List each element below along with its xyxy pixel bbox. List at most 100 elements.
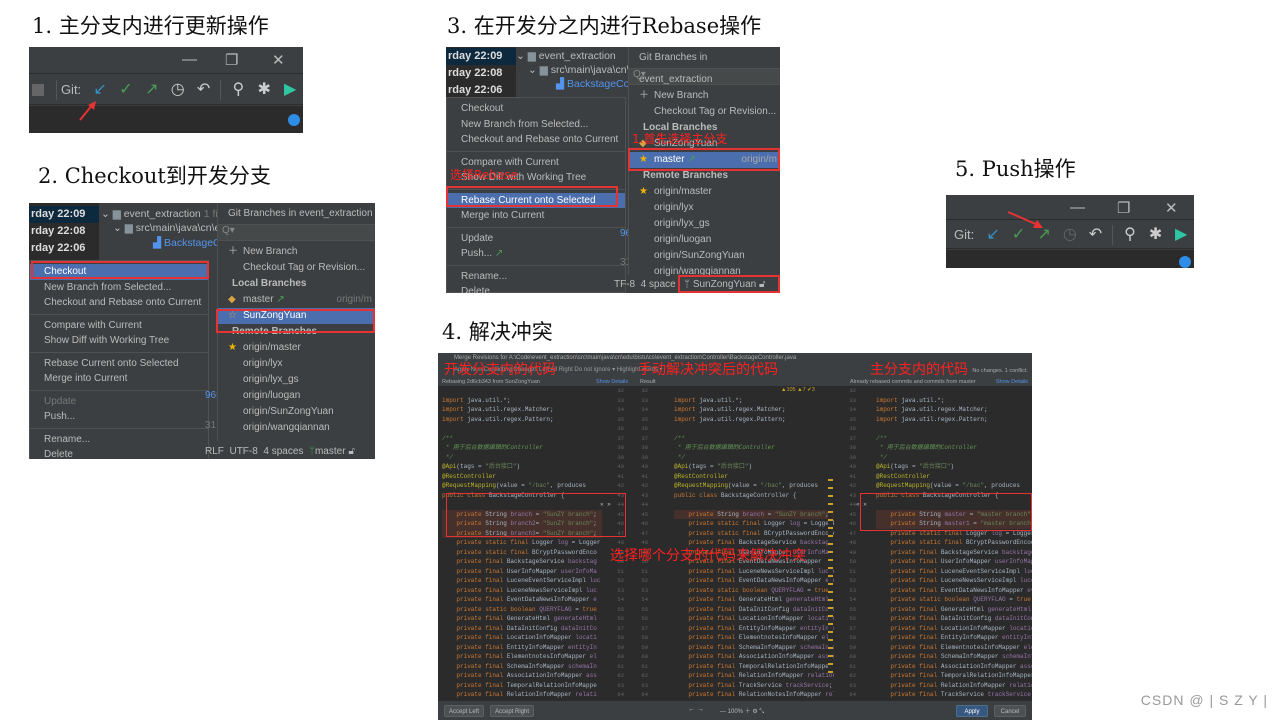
minimize-icon[interactable]: — bbox=[1070, 199, 1085, 216]
tree-path[interactable]: ⌄ ▆ src\main\java\cn\e bbox=[528, 64, 635, 76]
menu-update[interactable]: Update bbox=[447, 231, 625, 247]
right-show-details-link[interactable]: Show Details bbox=[996, 378, 1028, 386]
cancel-button[interactable]: Cancel bbox=[994, 705, 1026, 717]
settings-icon[interactable]: ✱ bbox=[251, 80, 277, 100]
history-icon[interactable]: ◷ bbox=[1057, 225, 1083, 245]
remote-branch-item[interactable]: ★ origin/master bbox=[218, 340, 375, 356]
tree-path[interactable]: ⌄ ▆ src\main\java\cn\e bbox=[113, 222, 220, 234]
history-icon[interactable]: ◷ bbox=[165, 80, 191, 100]
remote-branch-item[interactable]: origin/SunZongYuan bbox=[629, 248, 780, 264]
rollback-icon[interactable]: ↶ bbox=[1083, 225, 1109, 245]
menu-rename[interactable]: Rename... bbox=[447, 269, 625, 285]
left-code-pane[interactable]: import java.util.*; import java.util.rege… bbox=[442, 386, 602, 701]
accept-left-chevron-icon[interactable]: ✕ » bbox=[600, 501, 611, 508]
line-number: 32 bbox=[641, 387, 648, 394]
rollback-icon[interactable]: ↶ bbox=[191, 80, 217, 100]
close-icon[interactable]: ✕ bbox=[272, 51, 285, 69]
tree-file[interactable]: ▟ BackstageCont bbox=[556, 78, 638, 90]
line-number: 45 bbox=[849, 510, 856, 518]
commit-icon[interactable]: ✓ bbox=[113, 80, 139, 100]
result-code-pane[interactable]: import java.util.*; import java.util.rege… bbox=[674, 386, 834, 701]
update-project-icon[interactable]: ↙ bbox=[980, 225, 1006, 245]
settings-icon[interactable]: ✱ bbox=[1143, 225, 1169, 245]
remote-branch-item[interactable]: origin/lyx bbox=[629, 200, 780, 216]
menu-delete[interactable]: Delete bbox=[447, 284, 625, 293]
encoding-status[interactable]: UTF-8 bbox=[229, 446, 257, 457]
navigation-arrows[interactable]: ← → bbox=[688, 706, 704, 713]
menu-compare-with-current[interactable]: Compare with Current bbox=[30, 318, 208, 334]
new-branch-item[interactable]: ＋ New Branch bbox=[218, 244, 375, 260]
menu-rebase-current-onto-selected[interactable]: Rebase Current onto Selected bbox=[30, 356, 208, 372]
remote-branch-item[interactable]: origin/lyx_gs bbox=[629, 216, 780, 232]
log-row[interactable]: rday 22:09 bbox=[29, 206, 99, 223]
menu-merge-into-current[interactable]: Merge into Current bbox=[447, 208, 625, 224]
result-error-stripe[interactable] bbox=[828, 473, 833, 673]
stop-icon[interactable] bbox=[32, 83, 44, 96]
accept-right-button[interactable]: Accept Right bbox=[490, 705, 534, 717]
log-row[interactable]: rday 22:09 bbox=[446, 48, 516, 65]
remote-branch-item[interactable]: origin/wangqiannan bbox=[629, 264, 780, 280]
menu-push[interactable]: Push... ↗ bbox=[447, 246, 625, 262]
menu-checkout-and-rebase[interactable]: Checkout and Rebase onto Current bbox=[30, 295, 208, 311]
line-separator-status[interactable]: RLF bbox=[205, 446, 224, 457]
checkout-tag-item[interactable]: Checkout Tag or Revision... bbox=[218, 260, 375, 276]
remote-branch-item[interactable]: ★ origin/master bbox=[629, 184, 780, 200]
conflict-count: No changes. 1 conflict. bbox=[972, 368, 1028, 374]
apply-button[interactable]: Apply bbox=[956, 705, 988, 717]
menu-rename[interactable]: Rename... bbox=[30, 432, 208, 448]
remote-branch-item[interactable]: origin/wangqiannan bbox=[218, 420, 375, 436]
remote-branch-item[interactable]: origin/luogan bbox=[218, 388, 375, 404]
remote-branch-item[interactable]: origin/lyx_gs bbox=[218, 372, 375, 388]
toolbox-icon[interactable]: ▶ bbox=[277, 80, 303, 100]
remote-branch-item[interactable]: origin/SunZongYuan bbox=[218, 404, 375, 420]
menu-checkout[interactable]: Checkout bbox=[30, 264, 208, 280]
close-icon[interactable]: ✕ bbox=[1165, 199, 1178, 217]
tree-root[interactable]: ⌄ ▆ event_extraction 1 fil bbox=[101, 208, 220, 220]
branch-item-master[interactable]: ★ master ↗ origin/m bbox=[629, 152, 780, 168]
checkout-tag-item[interactable]: Checkout Tag or Revision... bbox=[629, 104, 780, 120]
log-row[interactable]: rday 22:08 bbox=[29, 223, 99, 240]
push-icon[interactable]: ↗ bbox=[139, 80, 165, 100]
log-row[interactable]: rday 22:08 bbox=[446, 65, 516, 82]
new-branch-item[interactable]: ＋ New Branch bbox=[629, 88, 780, 104]
zoom-controls[interactable]: — 100% ＋ ⚙ ⤡ bbox=[720, 706, 764, 716]
merge-info-bar: Rebasing 2d6cb343 from SunZongYuan Show … bbox=[438, 378, 1032, 386]
menu-delete[interactable]: Delete bbox=[30, 447, 208, 459]
menu-push[interactable]: Push... bbox=[30, 409, 208, 425]
menu-checkout[interactable]: Checkout bbox=[447, 101, 625, 117]
update-project-icon[interactable]: ↙ bbox=[87, 80, 113, 100]
tree-root[interactable]: ⌄ ▆ event_extraction bbox=[516, 50, 616, 62]
branch-label: master bbox=[654, 154, 685, 165]
search-icon[interactable]: ⚲ bbox=[225, 80, 251, 100]
accept-left-button[interactable]: Accept Left bbox=[444, 705, 484, 717]
branch-item-sunzongyuan[interactable]: ☆ SunZongYuan bbox=[218, 308, 375, 324]
menu-rebase-current-onto-selected[interactable]: Rebase Current onto Selected bbox=[447, 192, 625, 208]
indent-status[interactable]: 4 spaces bbox=[263, 446, 303, 457]
remote-branch-item[interactable]: origin/luogan bbox=[629, 232, 780, 248]
restore-icon[interactable]: ❐ bbox=[1117, 199, 1130, 217]
menu-checkout-and-rebase[interactable]: Checkout and Rebase onto Current bbox=[447, 132, 625, 148]
branch-item-master[interactable]: ◆ master ↗ origin/m bbox=[218, 292, 375, 308]
remote-branch-item[interactable]: origin/lyx bbox=[218, 356, 375, 372]
indent-status[interactable]: 4 space bbox=[641, 279, 676, 290]
left-show-details-link[interactable]: Show Details bbox=[596, 378, 628, 386]
line-number: 39 bbox=[641, 453, 648, 461]
log-row[interactable]: rday 22:06 bbox=[29, 240, 99, 257]
menu-new-branch-from-selected[interactable]: New Branch from Selected... bbox=[447, 117, 625, 133]
line-number: 44 bbox=[617, 501, 624, 508]
toolbox-icon[interactable]: ▶ bbox=[1168, 225, 1194, 245]
restore-icon[interactable]: ❐ bbox=[225, 51, 238, 69]
encoding-status[interactable]: TF-8 bbox=[614, 279, 635, 290]
branch-status[interactable]: master bbox=[315, 446, 346, 457]
line-number: 38 bbox=[641, 444, 648, 451]
menu-new-branch-from-selected[interactable]: New Branch from Selected... bbox=[30, 280, 208, 296]
right-code-pane[interactable]: import java.util.*; import java.util.rege… bbox=[876, 386, 1032, 701]
accept-right-chevron-icon[interactable]: « ✕ bbox=[856, 501, 867, 508]
minimize-icon[interactable]: — bbox=[182, 51, 197, 68]
menu-merge-into-current[interactable]: Merge into Current bbox=[30, 371, 208, 387]
branch-status[interactable]: SunZongYuan bbox=[693, 279, 756, 290]
branch-search-input[interactable]: Q▾ bbox=[218, 225, 375, 241]
search-icon[interactable]: ⚲ bbox=[1117, 225, 1143, 245]
menu-show-diff[interactable]: Show Diff with Working Tree bbox=[30, 333, 208, 349]
line-number: 46 bbox=[617, 520, 624, 527]
